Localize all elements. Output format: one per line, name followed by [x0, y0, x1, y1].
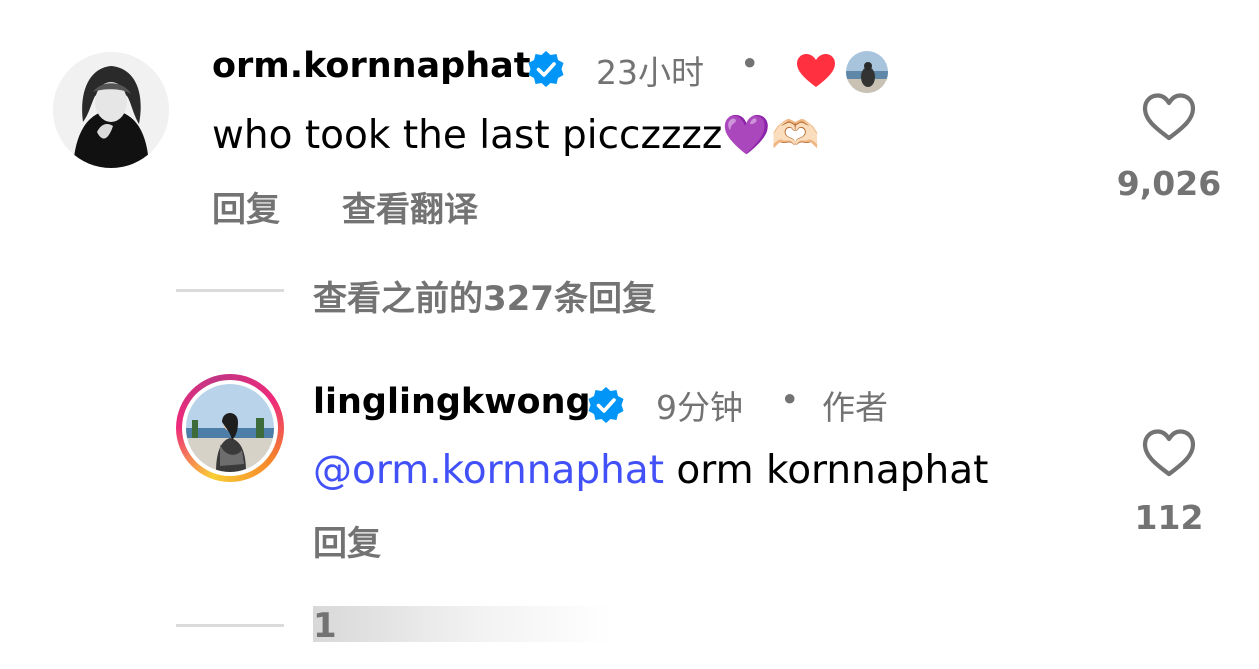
reply-button[interactable]: 回复	[313, 516, 381, 565]
avatar-linglingkwong[interactable]	[176, 374, 284, 482]
liker-avatar	[846, 51, 888, 93]
comment-text-content: who took the last picczzzz	[212, 113, 723, 158]
like-count: 9,026	[1116, 164, 1222, 203]
reply-text: @orm.kornnaphat orm kornnaphat	[313, 448, 988, 493]
bottom-divider	[176, 624, 284, 627]
comment-username[interactable]: orm.kornnaphat	[212, 46, 531, 86]
reply-username[interactable]: linglingkwong	[313, 382, 591, 422]
separator-dot: •	[740, 44, 760, 83]
heart-hands-emoji: 🫶🏻	[770, 113, 820, 158]
replies-divider	[176, 289, 284, 292]
avatar-orm-kornnaphat[interactable]	[53, 52, 169, 168]
comment-timestamp: 23小时	[596, 53, 704, 92]
like-count: 112	[1134, 498, 1204, 537]
reply-button[interactable]: 回复	[212, 182, 280, 231]
like-heart-icon[interactable]	[1142, 92, 1196, 142]
mention-link[interactable]: @orm.kornnaphat	[313, 448, 664, 493]
separator-dot: •	[780, 380, 800, 419]
reply-timestamp: 9分钟	[656, 388, 743, 427]
like-heart-icon[interactable]	[1142, 428, 1196, 478]
comment-text: who took the last picczzzz💜🫶🏻	[212, 112, 820, 158]
reply-text-content: orm kornnaphat	[664, 448, 989, 493]
verified-badge-icon	[528, 51, 564, 87]
red-heart-icon	[797, 54, 835, 87]
loading-replies-placeholder: 1	[313, 606, 613, 642]
author-label: 作者	[822, 388, 888, 427]
view-previous-replies-button[interactable]: 查看之前的327条回复	[313, 271, 656, 320]
purple-heart-emoji: 💜	[722, 113, 771, 158]
bottom-partial-text: 1	[313, 606, 337, 642]
see-translation-button[interactable]: 查看翻译	[342, 182, 478, 231]
verified-badge-icon	[588, 387, 624, 423]
